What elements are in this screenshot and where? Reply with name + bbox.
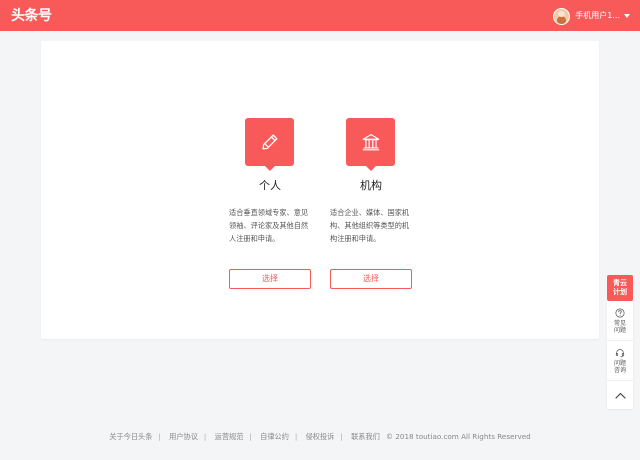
institution-icon xyxy=(346,118,395,171)
consult-label: 问题 咨询 xyxy=(613,359,626,374)
divider: | xyxy=(158,432,161,441)
pencil-icon xyxy=(245,118,294,171)
caret-down-icon[interactable] xyxy=(624,14,630,18)
option-organization: 机构 适合企业、媒体、国家机 构、其他组织等类型的机 构注册和申请。 选择 xyxy=(330,118,412,289)
footer-link-self-discipline[interactable]: 自律公约 xyxy=(260,432,289,441)
divider: | xyxy=(203,432,207,441)
divider: | xyxy=(294,432,298,441)
account-type-card: 个人 适合垂直领域专家、意见 领袖、评论家及其他自然 人注册和申请。 选择 机构… xyxy=(41,41,599,339)
footer-link-contact[interactable]: 联系我们 xyxy=(351,432,380,441)
avatar[interactable] xyxy=(553,7,571,25)
option-description: 适合垂直领域专家、意见 领袖、评论家及其他自然 人注册和申请。 xyxy=(229,208,309,243)
faq-label: 常见 问题 xyxy=(613,319,626,334)
footer-link-about[interactable]: 关于今日头条 xyxy=(109,432,152,441)
divider: | xyxy=(249,432,252,441)
copyright: © 2018 toutiao.com All Rights Reserved xyxy=(385,432,531,441)
footer-link-user-agreement[interactable]: 用户协议 xyxy=(169,432,198,441)
footer-link-operation-rules[interactable]: 运营规范 xyxy=(215,432,244,441)
back-to-top-button[interactable] xyxy=(607,381,633,409)
side-panel: 常见 问题 问题 咨询 xyxy=(607,301,633,409)
faq-button[interactable]: 常见 问题 xyxy=(607,301,633,341)
divider: | xyxy=(340,432,343,441)
side-toolbar: 青云 计划 常见 问题 问题 咨询 xyxy=(607,275,633,409)
username[interactable]: 手机用户1... xyxy=(575,7,620,25)
option-title: 机构 xyxy=(360,179,382,192)
qingyun-plan-badge[interactable]: 青云 计划 xyxy=(607,275,633,301)
chevron-up-icon xyxy=(614,392,626,399)
option-description: 适合企业、媒体、国家机 构、其他组织等类型的机 构注册和申请。 xyxy=(330,208,410,243)
select-personal-button[interactable]: 选择 xyxy=(229,269,311,289)
consult-button[interactable]: 问题 咨询 xyxy=(607,341,633,381)
footer: 关于今日头条 | 用户协议 | 运营规范 | 自律公约 | 侵权投诉 | 联系我们 © 20… xyxy=(0,432,640,442)
logo[interactable]: 头条号 xyxy=(11,6,52,26)
option-personal: 个人 适合垂直领域专家、意见 领袖、评论家及其他自然 人注册和申请。 选择 xyxy=(229,118,311,289)
user-menu[interactable]: 手机用户1... xyxy=(553,7,630,25)
footer-link-infringement[interactable]: 侵权投诉 xyxy=(306,432,335,441)
top-bar: 头条号 手机用户1... xyxy=(0,0,640,31)
option-title: 个人 xyxy=(259,179,281,192)
headset-icon xyxy=(615,348,625,357)
select-organization-button[interactable]: 选择 xyxy=(330,269,412,289)
question-icon xyxy=(615,307,625,318)
